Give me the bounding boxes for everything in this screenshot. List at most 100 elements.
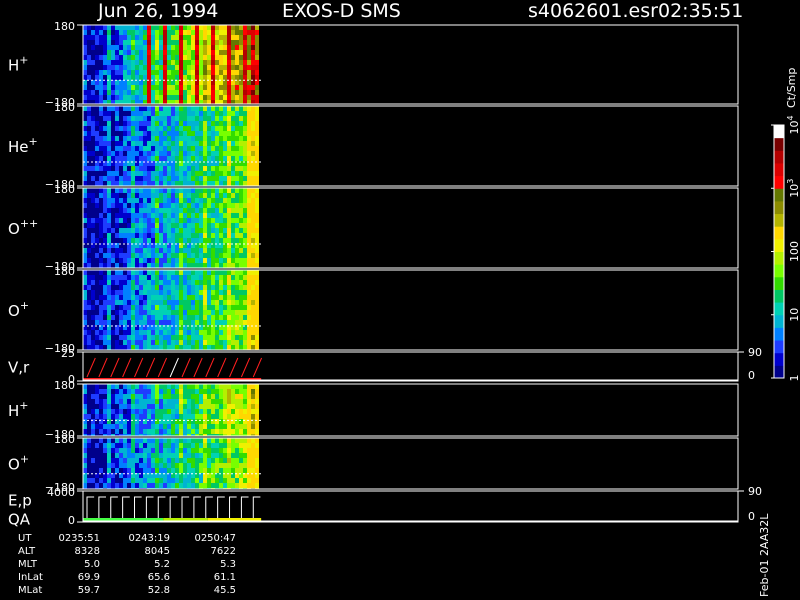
spectrogram-cell xyxy=(187,290,191,295)
spectrogram-cell xyxy=(147,156,151,161)
spectrogram-cell xyxy=(163,340,167,345)
spectrogram-cell xyxy=(119,409,123,414)
spectrogram-cell xyxy=(255,310,259,315)
spectrogram-cell xyxy=(227,270,231,275)
spectrogram-cell xyxy=(227,453,231,458)
spectrogram-cell xyxy=(87,30,91,35)
spectrogram-cell xyxy=(215,300,219,305)
spectrogram-cell xyxy=(231,305,235,310)
spectrogram-cell xyxy=(171,30,175,35)
spectrogram-cell xyxy=(107,136,111,141)
spectrogram-cell xyxy=(155,238,159,243)
spectrogram-cell xyxy=(187,463,191,468)
spectrogram-cell xyxy=(255,399,259,404)
spectrogram-cell xyxy=(83,399,87,404)
spectrogram-cell xyxy=(103,181,107,186)
spectrogram-cell xyxy=(91,223,95,228)
spectrogram-cell xyxy=(203,60,207,65)
spectrogram-cell xyxy=(215,468,219,473)
spectrogram-cell xyxy=(99,116,103,121)
spectrogram-cell xyxy=(143,181,147,186)
spectrogram-cell xyxy=(151,419,155,424)
spectrogram-cell xyxy=(131,116,135,121)
spectrogram-cell xyxy=(251,198,255,203)
spectrogram-cell xyxy=(135,213,139,218)
spectrogram-cell xyxy=(111,280,115,285)
spectrogram-cell xyxy=(171,424,175,429)
spectrogram-cell xyxy=(151,100,155,104)
spectrogram-cell xyxy=(91,429,95,434)
spectrogram-cell xyxy=(223,483,227,488)
spectrogram-cell xyxy=(191,483,195,488)
spectrogram-cell xyxy=(187,131,191,136)
spectrogram-cell xyxy=(131,478,135,483)
spectrogram-cell xyxy=(255,335,259,340)
spectrogram-cell xyxy=(135,448,139,453)
spectrogram-cell xyxy=(143,233,147,238)
spectrogram-cell xyxy=(107,295,111,300)
spectrogram-cell xyxy=(99,300,103,305)
spectrogram-cell xyxy=(147,458,151,463)
spectrogram-cell xyxy=(211,443,215,448)
spectrogram-cell xyxy=(87,258,91,263)
spectrogram-cell xyxy=(207,285,211,290)
spectrogram-cell xyxy=(151,394,155,399)
spectrogram-cell xyxy=(159,310,163,315)
spectrogram-cell xyxy=(91,394,95,399)
colorbar-segment xyxy=(774,352,784,366)
spectrogram-cell xyxy=(119,166,123,171)
spectrogram-cell xyxy=(95,35,99,40)
spectrogram-cell xyxy=(135,228,139,233)
spectrogram-cell xyxy=(135,310,139,315)
spectrogram-cell xyxy=(171,126,175,131)
spectrogram-cell xyxy=(143,438,147,443)
spectrogram-cell xyxy=(175,258,179,263)
spectrogram-cell xyxy=(159,141,163,146)
spectrogram-cell xyxy=(199,116,203,121)
spectrogram-cell xyxy=(211,399,215,404)
spectrogram-cell xyxy=(123,263,127,268)
spectrogram-cell xyxy=(95,310,99,315)
spectrogram-cell xyxy=(195,330,199,335)
spectrogram-cell xyxy=(219,424,223,429)
spectrogram-cell xyxy=(255,275,259,280)
spectrogram-cell xyxy=(231,399,235,404)
spectrogram-cell xyxy=(243,253,247,258)
spectrogram-cell xyxy=(187,100,191,104)
spectrogram-cell xyxy=(207,203,211,208)
ephemeris-value: 7622 xyxy=(211,546,236,557)
spectrogram-cell xyxy=(91,156,95,161)
spectrogram-cell xyxy=(95,65,99,70)
spectrogram-cell xyxy=(159,176,163,181)
spectrogram-cell xyxy=(99,468,103,473)
spectrogram-cell xyxy=(103,60,107,65)
spectrogram-cell xyxy=(103,453,107,458)
spectrogram-cell xyxy=(123,275,127,280)
spectrogram-cell xyxy=(239,258,243,263)
spectrogram-cell xyxy=(191,85,195,90)
spectrogram-cell xyxy=(171,238,175,243)
spectrogram-cell xyxy=(203,131,207,136)
spectrogram-cell xyxy=(251,223,255,228)
spectrogram-cell xyxy=(123,399,127,404)
spectrogram-cell xyxy=(191,335,195,340)
spectrogram-cell xyxy=(203,176,207,181)
spectrogram-cell xyxy=(219,409,223,414)
spectrogram-cell xyxy=(211,429,215,434)
spectrogram-cell xyxy=(191,198,195,203)
spectrogram-cell xyxy=(151,181,155,186)
spectrogram-cell xyxy=(243,305,247,310)
spectrogram-cell xyxy=(183,30,187,35)
spectrogram-cell xyxy=(183,146,187,151)
spectrogram-cell xyxy=(127,106,131,111)
spectrogram-cell xyxy=(163,404,167,409)
spectrogram-cell xyxy=(235,438,239,443)
spectrogram-cell xyxy=(199,478,203,483)
spectrogram-cell xyxy=(251,414,255,419)
spectrogram-cell xyxy=(83,25,87,30)
spectrogram-cell xyxy=(115,90,119,95)
spectrogram-cell xyxy=(163,463,167,468)
spectrogram-cell xyxy=(251,45,255,50)
spectrogram-cell xyxy=(235,35,239,40)
spectrogram-cell xyxy=(127,295,131,300)
